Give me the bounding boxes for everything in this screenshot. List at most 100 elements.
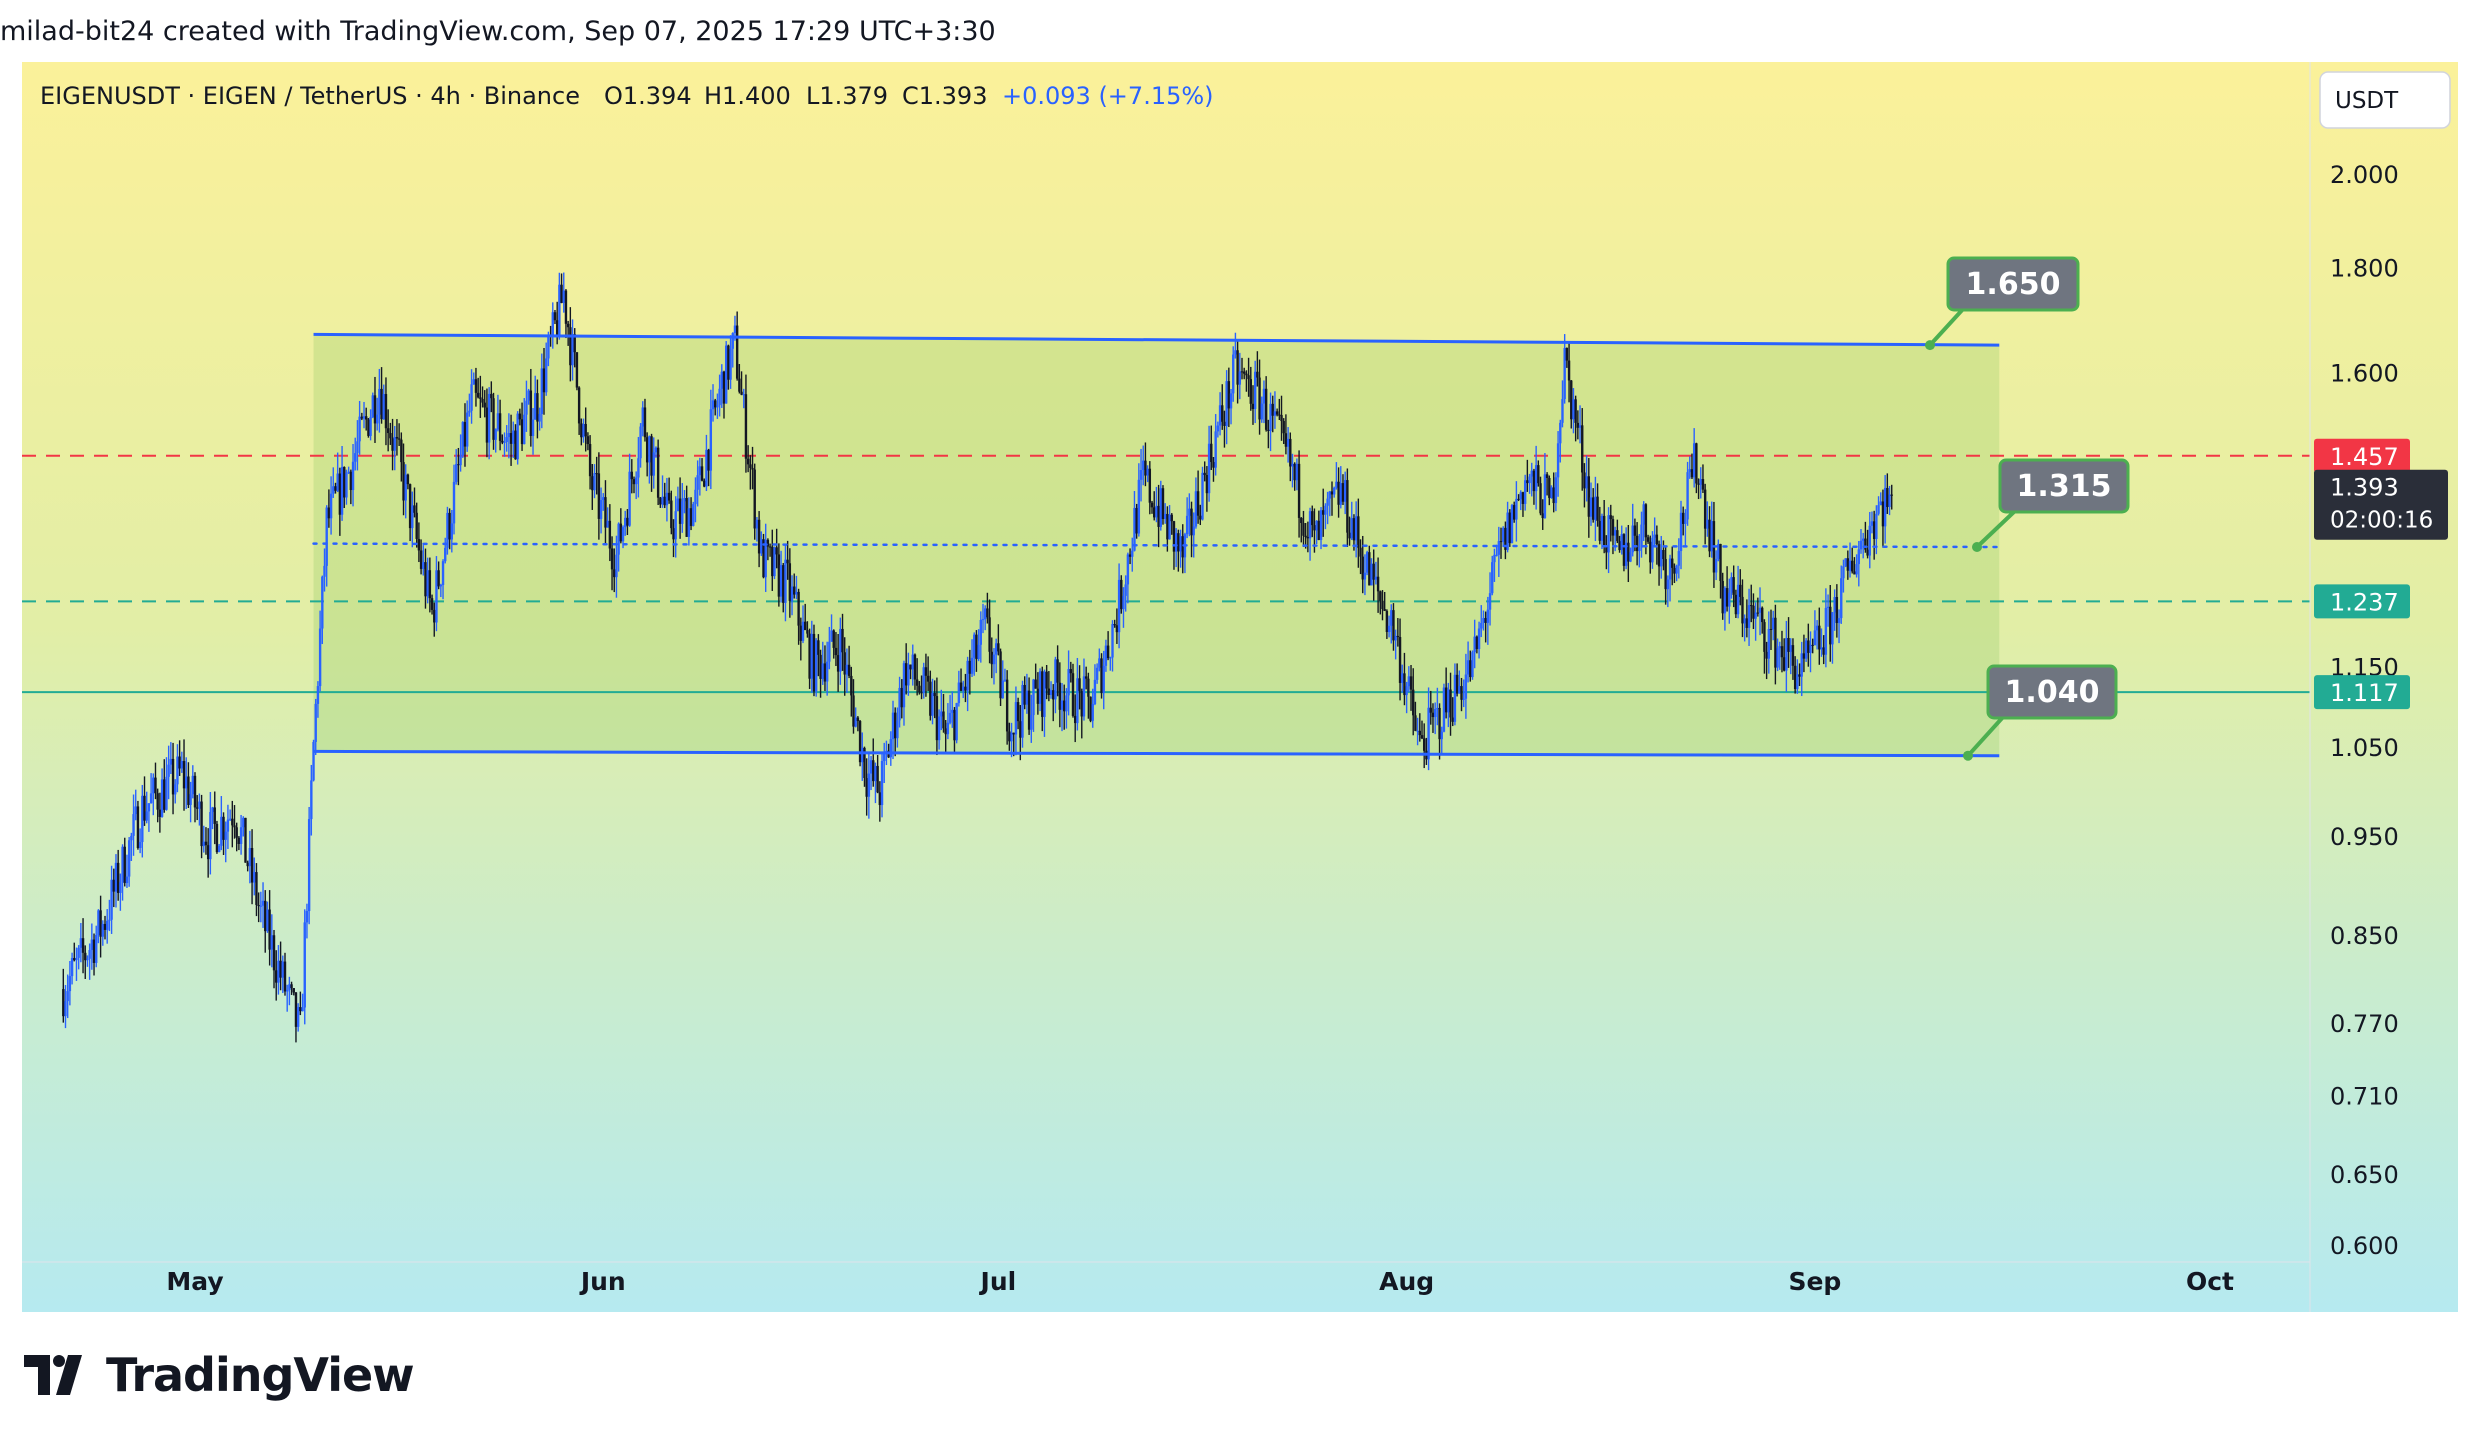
candle-body bbox=[894, 712, 897, 739]
candle-body bbox=[1010, 732, 1013, 742]
x-axis-tick-label: Oct bbox=[2186, 1267, 2234, 1296]
candle[interactable] bbox=[724, 341, 728, 404]
candle-body bbox=[1429, 707, 1432, 713]
price-tag-1.457[interactable]: 1.457 bbox=[2314, 438, 2410, 473]
candle-body bbox=[1188, 508, 1191, 516]
candle[interactable] bbox=[858, 720, 862, 767]
candle[interactable] bbox=[516, 411, 519, 465]
candle-body bbox=[1390, 610, 1393, 626]
candle[interactable] bbox=[692, 501, 695, 527]
candle-body bbox=[1872, 521, 1876, 539]
candle-body bbox=[1365, 552, 1369, 573]
y-axis-tick-label: 1.800 bbox=[2330, 255, 2399, 283]
candle[interactable] bbox=[762, 533, 765, 579]
candle-body bbox=[1699, 479, 1702, 485]
candle[interactable] bbox=[773, 546, 776, 580]
candle-body bbox=[698, 466, 702, 476]
candle-body bbox=[1100, 658, 1103, 694]
candle-body bbox=[1282, 421, 1285, 434]
candle-body bbox=[1635, 535, 1639, 552]
candle-body bbox=[1120, 579, 1123, 610]
candle[interactable] bbox=[1135, 503, 1138, 539]
candle[interactable] bbox=[1161, 485, 1165, 525]
candle[interactable] bbox=[1508, 509, 1511, 547]
candle-body bbox=[1754, 612, 1757, 619]
candle-body bbox=[1618, 541, 1621, 551]
candle-body bbox=[292, 988, 295, 993]
candle[interactable] bbox=[1510, 503, 1514, 544]
candle-body bbox=[1592, 497, 1595, 520]
candle-body bbox=[1736, 584, 1740, 615]
candle[interactable] bbox=[1442, 683, 1446, 733]
candle-body bbox=[577, 387, 581, 424]
candle[interactable] bbox=[1622, 533, 1626, 572]
candle-body bbox=[1161, 488, 1165, 519]
candle[interactable] bbox=[656, 439, 660, 506]
candle[interactable] bbox=[244, 817, 247, 863]
candle[interactable] bbox=[1089, 696, 1092, 723]
candle-body bbox=[742, 394, 745, 396]
last-price-tag[interactable]: 1.393 02:00:16 bbox=[2314, 469, 2448, 540]
candle[interactable] bbox=[1365, 550, 1369, 576]
candle[interactable] bbox=[1844, 558, 1847, 568]
candle-body bbox=[1284, 433, 1288, 447]
candle[interactable] bbox=[575, 352, 579, 391]
candle-body bbox=[1745, 618, 1749, 628]
candle-body bbox=[487, 393, 491, 443]
candle[interactable] bbox=[312, 739, 315, 782]
candle[interactable] bbox=[371, 392, 374, 419]
candle-body bbox=[709, 409, 713, 471]
candle[interactable] bbox=[999, 648, 1002, 707]
candle[interactable] bbox=[215, 820, 219, 854]
candle[interactable] bbox=[303, 909, 306, 1025]
currency-button[interactable]: USDT bbox=[2319, 71, 2451, 129]
candle-body bbox=[630, 471, 634, 480]
price-tag-1.237[interactable]: 1.237 bbox=[2314, 584, 2410, 619]
candle-body bbox=[1495, 554, 1498, 556]
candle-body bbox=[88, 950, 91, 959]
candle-body bbox=[1644, 504, 1648, 538]
candle-body bbox=[1484, 618, 1487, 623]
candle[interactable] bbox=[1471, 650, 1474, 680]
candle[interactable] bbox=[307, 806, 311, 925]
candle[interactable] bbox=[1100, 653, 1103, 699]
x-axis-tick-label: Jun bbox=[579, 1267, 626, 1296]
candle-body bbox=[942, 711, 945, 729]
candle[interactable] bbox=[1201, 466, 1204, 521]
price-chart[interactable]: 1.6501.3151.040 2.0001.8001.6001.1501.05… bbox=[0, 0, 2482, 1447]
candle-body bbox=[591, 476, 594, 491]
candle-body bbox=[1170, 514, 1173, 522]
candle[interactable] bbox=[1021, 680, 1024, 748]
candle[interactable] bbox=[136, 800, 140, 850]
candle[interactable] bbox=[812, 624, 816, 697]
candle[interactable] bbox=[814, 638, 818, 697]
candle-body bbox=[1574, 399, 1577, 423]
candle[interactable] bbox=[955, 702, 958, 744]
candle-body bbox=[1561, 399, 1564, 423]
candle-body bbox=[1387, 625, 1391, 633]
candle-body bbox=[426, 570, 429, 597]
candle[interactable] bbox=[461, 421, 464, 458]
candle[interactable] bbox=[753, 463, 756, 540]
candle-body bbox=[858, 721, 862, 763]
candle[interactable] bbox=[1159, 480, 1162, 531]
candle-body bbox=[1027, 690, 1031, 730]
candle-body bbox=[1293, 463, 1296, 481]
tradingview-logo[interactable]: TradingView bbox=[24, 1345, 415, 1405]
candle-body bbox=[1622, 534, 1626, 566]
candle-body bbox=[648, 436, 651, 463]
candle[interactable] bbox=[367, 418, 370, 438]
candle[interactable] bbox=[446, 506, 449, 555]
candle-body bbox=[369, 416, 372, 436]
candle-body bbox=[1594, 496, 1597, 520]
candle[interactable] bbox=[1804, 638, 1808, 662]
candle-body bbox=[948, 712, 952, 723]
candle-body bbox=[479, 397, 482, 399]
candle-body bbox=[869, 760, 873, 774]
candle-body bbox=[340, 467, 344, 515]
candle[interactable] bbox=[1120, 575, 1123, 614]
candle-body bbox=[1550, 487, 1553, 498]
candle-body bbox=[1548, 477, 1551, 498]
candle-body bbox=[314, 703, 317, 742]
price-tag-1.117[interactable]: 1.117 bbox=[2314, 675, 2410, 710]
